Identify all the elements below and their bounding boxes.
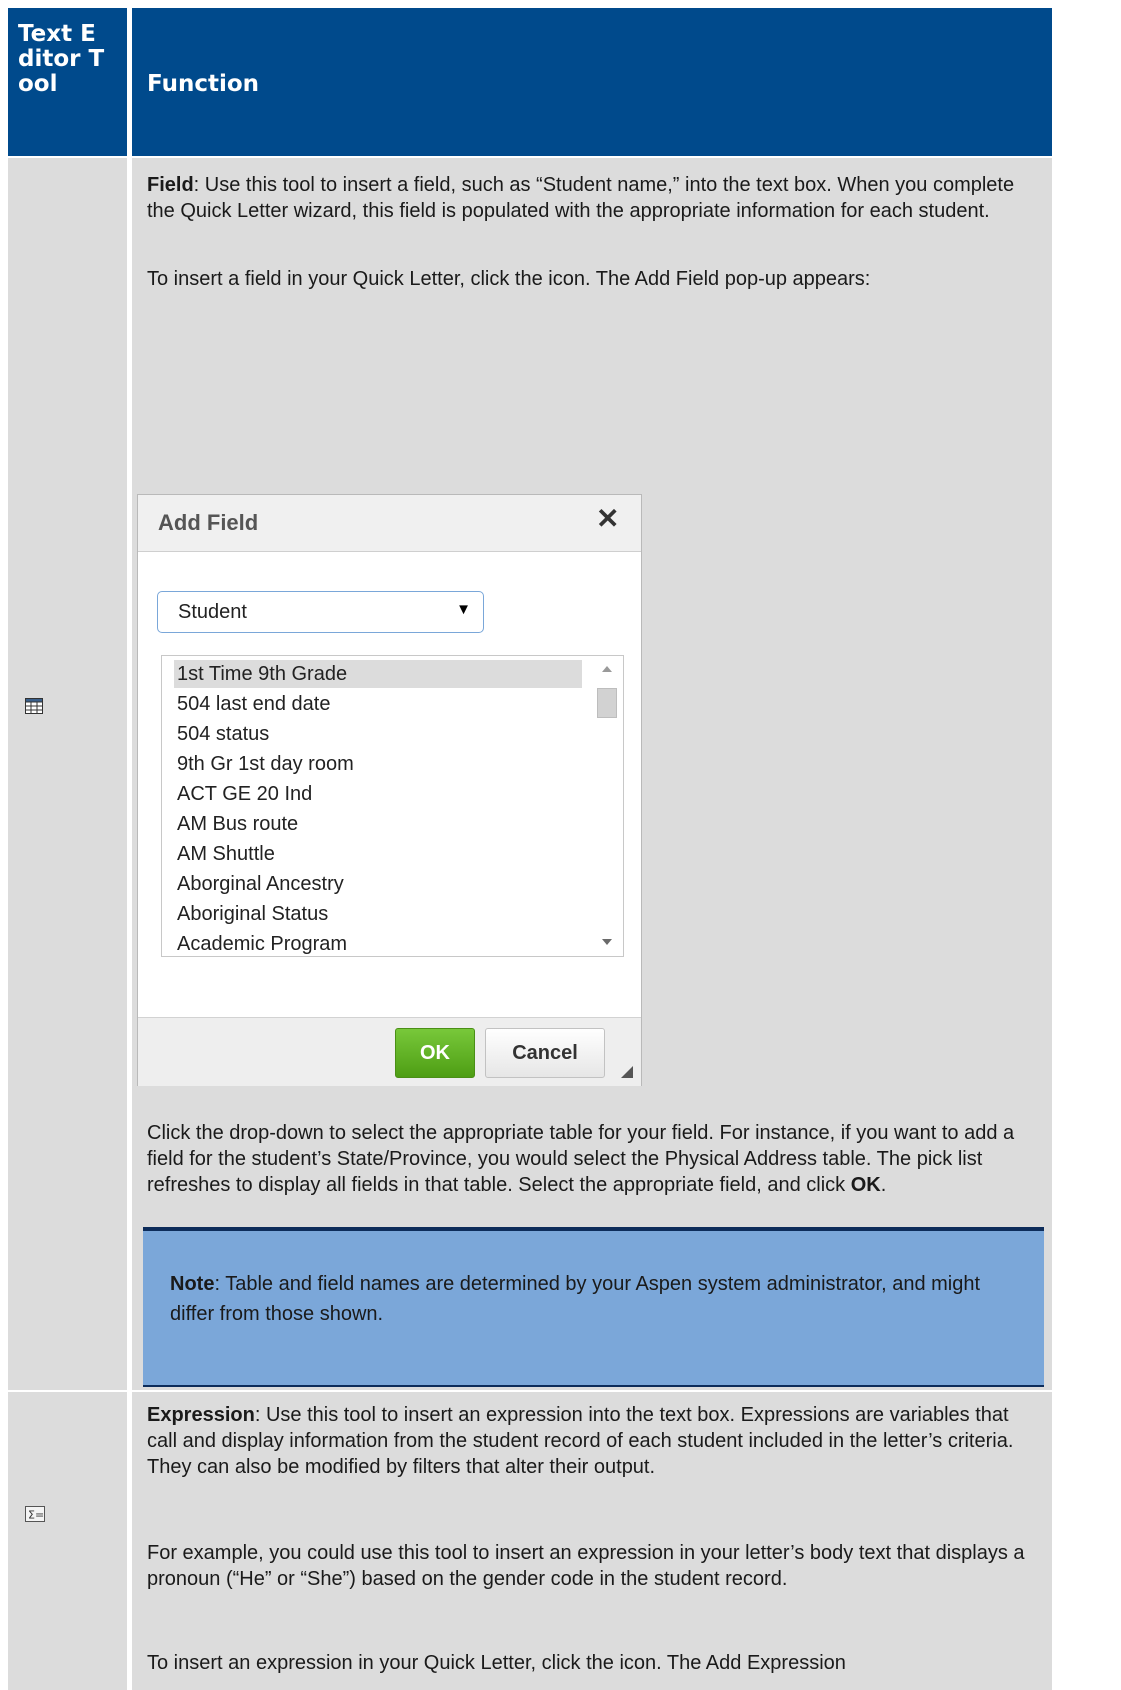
dropdown-arrow-icon: ▼ (456, 601, 471, 618)
dialog-footer: OK Cancel (138, 1017, 641, 1086)
field-instruction: To insert a field in your Quick Letter, … (147, 268, 871, 290)
close-icon[interactable]: ✕ (596, 505, 619, 533)
table-select-value: Student (178, 601, 247, 623)
expression-instruction: To insert an expression in your Quick Le… (147, 1652, 846, 1674)
list-item[interactable]: 1st Time 9th Grade (174, 660, 582, 688)
note-text: Note: Table and field names are determin… (170, 1269, 990, 1329)
list-item[interactable]: 504 last end date (174, 690, 582, 718)
header-tool-label: Text Editor Tool (18, 21, 105, 97)
resize-grip-icon[interactable] (621, 1066, 633, 1078)
table-row-expression: Σ= Expression: Use this tool to insert a… (8, 1392, 1052, 1690)
svg-text:Σ=: Σ= (28, 1509, 44, 1522)
header-function-label: Function (147, 71, 260, 97)
list-item[interactable]: Aboriginal Status (174, 900, 582, 928)
field-pick-list[interactable]: 1st Time 9th Grade 504 last end date 504… (161, 655, 624, 957)
list-item[interactable]: 504 status (174, 720, 582, 748)
scroll-thumb[interactable] (597, 688, 617, 718)
list-item[interactable]: AM Shuttle (174, 840, 582, 868)
list-item[interactable]: Academic Program (174, 930, 582, 956)
note-label: Note (170, 1273, 215, 1295)
field-term: Field (147, 174, 194, 196)
field-description: Field: Use this tool to insert a field, … (147, 172, 1037, 224)
ok-button[interactable]: OK (395, 1028, 475, 1078)
list-scrollbar[interactable] (596, 660, 618, 952)
table-select-dropdown[interactable]: Student ▼ (157, 591, 484, 633)
table-row-field: Field: Use this tool to insert a field, … (8, 158, 1052, 1390)
expression-example: For example, you could use this tool to … (147, 1542, 1025, 1590)
note-box: Note: Table and field names are determin… (143, 1227, 1044, 1387)
field-dropdown-instruction: Click the drop-down to select the approp… (147, 1122, 1015, 1196)
table-grid-icon (25, 698, 43, 719)
dialog-header: Add Field ✕ (138, 495, 641, 552)
scroll-up-icon[interactable] (602, 666, 612, 672)
list-item[interactable]: AM Bus route (174, 810, 582, 838)
list-item[interactable]: Aborginal Ancestry (174, 870, 582, 898)
list-item[interactable]: 9th Gr 1st day room (174, 750, 582, 778)
add-field-dialog: Add Field ✕ Student ▼ 1st Time 9th Grade… (137, 494, 642, 1086)
sigma-expression-icon: Σ= (25, 1506, 45, 1527)
list-item[interactable]: ACT GE 20 Ind (174, 780, 582, 808)
ok-term: OK (850, 1174, 881, 1196)
cancel-button[interactable]: Cancel (485, 1028, 605, 1078)
note-body: : Table and field names are determined b… (170, 1273, 981, 1325)
dialog-title: Add Field (158, 510, 259, 535)
scroll-down-icon[interactable] (602, 939, 612, 945)
header-tool-cell: Text Editor Tool (8, 8, 127, 156)
table-header: Text Editor Tool Function (8, 8, 1052, 156)
expression-term: Expression (147, 1404, 255, 1426)
field-intro-text: : Use this tool to insert a field, such … (147, 174, 1015, 222)
expression-intro-text: : Use this tool to insert an expression … (147, 1404, 1014, 1478)
expression-description: Expression: Use this tool to insert an e… (147, 1402, 1037, 1480)
